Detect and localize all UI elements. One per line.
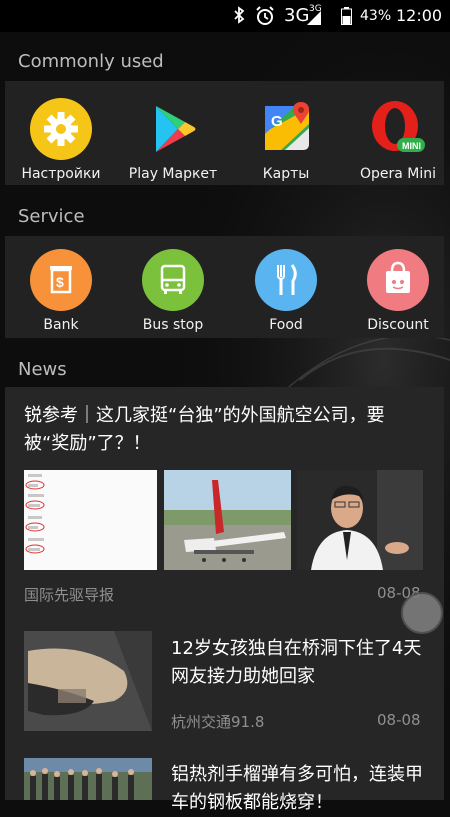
commonly-used-panel: Настройки Play Маркет G Карты MINI Opera…: [5, 81, 444, 185]
app-label-maps: Карты: [262, 166, 310, 182]
bluetooth-icon: [232, 6, 246, 24]
settings-gear-icon: [30, 98, 92, 160]
commonly-used-title: Commonly used: [18, 51, 164, 72]
app-opera-mini[interactable]: MINI Opera Mini: [343, 98, 450, 182]
battery-icon: [341, 7, 352, 25]
news-source-1: 国际先驱导报: [24, 586, 115, 604]
news-title: News: [18, 359, 67, 380]
news-headline-1: 锐参考｜这几家挺“台独”的外国航空公司，要被“奖励”了？！: [24, 405, 385, 454]
clock-time: 12:00: [396, 6, 443, 25]
service-label-bus-stop: Bus stop: [142, 317, 204, 333]
app-maps[interactable]: G Карты: [231, 98, 341, 182]
news-thumb-2: [24, 631, 152, 731]
bank-icon: $: [30, 249, 92, 311]
battery-percent: 43%: [360, 8, 392, 24]
app-play-store[interactable]: Play Маркет: [118, 98, 228, 182]
news-source-2: 杭州交通91.8: [171, 713, 265, 731]
app-settings[interactable]: Настройки: [6, 98, 116, 182]
floating-assistive-button[interactable]: [401, 592, 443, 634]
signal-icon: [306, 10, 322, 26]
fork-knife-icon: [255, 249, 317, 311]
svg-text:$: $: [56, 274, 64, 290]
news-date-2: 08-08: [377, 711, 421, 729]
svg-text:G: G: [271, 113, 283, 130]
bus-icon: [142, 249, 204, 311]
news-headline-2: 12岁女孩独自在桥洞下住了4天 网友接力助她回家: [171, 638, 422, 687]
service-food[interactable]: Food: [231, 249, 341, 333]
news-thumb-1c: [297, 470, 423, 570]
service-discount[interactable]: Discount: [343, 249, 450, 333]
shopping-bag-icon: [367, 249, 429, 311]
app-label-opera-mini: Opera Mini: [359, 166, 437, 182]
service-panel: $ Bank Bus stop Food Discount: [5, 236, 444, 338]
svg-text:MINI: MINI: [402, 141, 421, 151]
service-bank[interactable]: $ Bank: [6, 249, 116, 333]
alarm-clock-icon: [255, 6, 275, 26]
news-thumb-1a: [24, 470, 157, 570]
maps-icon: G: [255, 98, 317, 160]
news-headline-3: 铝热剂手榴弹有多可怕，连装甲车的钢板都能烧穿！: [171, 764, 423, 813]
opera-mini-icon: MINI: [367, 98, 429, 160]
app-label-play-store: Play Маркет: [128, 166, 218, 182]
service-label-bank: Bank: [43, 317, 79, 333]
service-bus-stop[interactable]: Bus stop: [118, 249, 228, 333]
news-panel: 锐参考｜这几家挺“台独”的外国航空公司，要被“奖励”了？！ 国际先驱导报 08-…: [5, 387, 444, 813]
news-thumb-1b: [164, 470, 291, 570]
status-bar: 3G 3G 43% 12:00: [0, 0, 450, 32]
play-store-icon: [142, 98, 204, 160]
news-thumb-3: [24, 758, 152, 800]
service-title: Service: [18, 206, 85, 227]
service-label-food: Food: [269, 317, 303, 333]
app-label-settings: Настройки: [21, 166, 101, 182]
service-label-discount: Discount: [367, 317, 429, 333]
